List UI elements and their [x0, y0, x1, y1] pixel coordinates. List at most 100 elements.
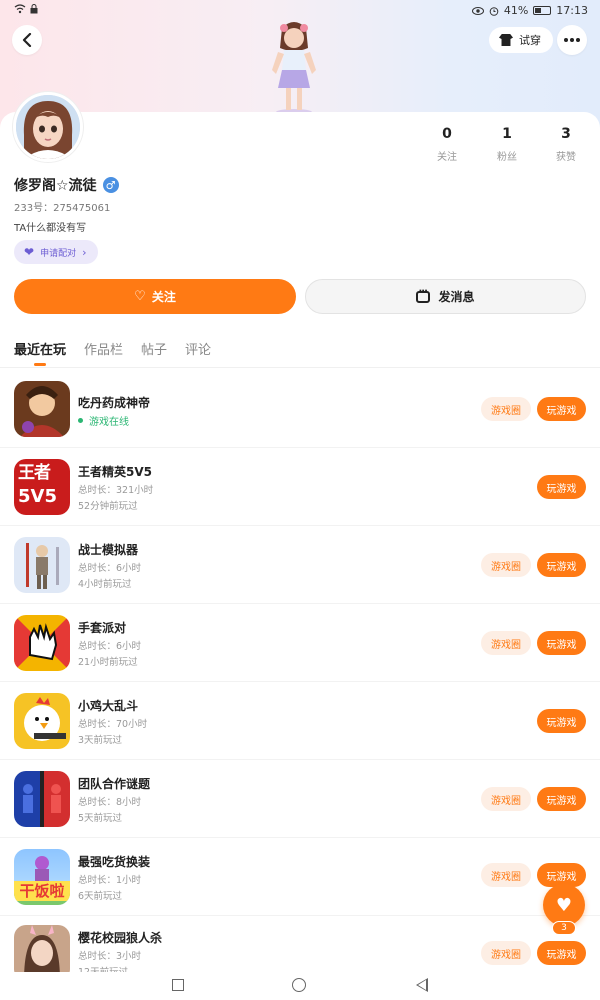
profile-tabs: 最近在玩 作品栏 帖子 评论 — [14, 339, 211, 358]
play-game-button[interactable]: 玩游戏 — [537, 787, 586, 811]
list-item[interactable]: 樱花校园狼人杀 总时长：3小时 12天前玩过 游戏圈 玩游戏 — [0, 914, 600, 972]
game-last-played: 4小时前玩过 — [78, 579, 132, 590]
play-game-button[interactable]: 玩游戏 — [537, 709, 586, 733]
alarm-icon — [489, 6, 499, 16]
game-last-played: 6天前玩过 — [78, 891, 123, 902]
game-title: 团队合作谜题 — [78, 777, 151, 791]
game-icon-image — [14, 381, 70, 437]
follow-button[interactable]: ♡ 关注 — [14, 279, 296, 314]
list-item[interactable]: 干饭啦 最强吃货换装 总时长：1小时 6天前玩过 游戏圈 玩游戏 — [0, 838, 600, 916]
list-item[interactable]: 团队合作谜题 总时长：8小时 5天前玩过 游戏圈 玩游戏 — [0, 760, 600, 838]
play-game-button[interactable]: 玩游戏 — [537, 397, 586, 421]
divider — [0, 367, 600, 368]
more-button[interactable] — [557, 25, 587, 55]
tryon-button[interactable]: 试穿 — [489, 27, 553, 53]
stat-label: 关注 — [437, 152, 457, 163]
send-message-button[interactable]: 发消息 — [305, 279, 586, 314]
user-id: 233号：275475061 — [14, 203, 111, 214]
play-game-button[interactable]: 玩游戏 — [537, 475, 586, 499]
back-arrow-icon — [22, 33, 32, 47]
game-icon-image: 干饭啦 — [14, 849, 70, 905]
heart-pair-icon: ❤ — [24, 245, 35, 259]
game-circle-button[interactable]: 游戏圈 — [481, 787, 531, 811]
game-title: 樱花校园狼人杀 — [78, 931, 163, 945]
game-icon-image — [14, 925, 70, 972]
game-circle-button[interactable]: 游戏圈 — [481, 941, 531, 965]
game-title: 最强吃货换装 — [78, 855, 151, 869]
add-heart-icon: ♡ — [134, 289, 146, 304]
game-circle-button[interactable]: 游戏圈 — [481, 863, 531, 887]
game-title: 战士模拟器 — [78, 543, 139, 557]
icon-text: 王者 — [18, 463, 51, 483]
recent-apps-icon[interactable] — [172, 979, 184, 991]
eye-icon — [471, 6, 484, 15]
home-icon[interactable] — [292, 978, 306, 992]
system-nav-bar — [0, 972, 600, 1000]
tab-posts[interactable]: 帖子 — [141, 339, 167, 358]
game-icon-image — [14, 537, 70, 593]
game-duration: 总时长：8小时 — [78, 797, 142, 808]
user-name: 修罗阁☆流徒 — [14, 178, 97, 194]
game-duration: 总时长：3小时 — [78, 951, 142, 962]
tab-active-indicator — [34, 363, 46, 366]
stat-value: 0 — [442, 126, 452, 142]
play-game-button[interactable]: 玩游戏 — [537, 553, 586, 577]
game-last-played: 21小时前玩过 — [78, 657, 138, 668]
play-game-button[interactable]: 玩游戏 — [537, 631, 586, 655]
game-last-played: 5天前玩过 — [78, 813, 123, 824]
user-avatar[interactable] — [13, 92, 83, 162]
wifi-icon — [14, 4, 26, 14]
list-item[interactable]: 吃丹药成神帝 游戏在线 游戏圈 玩游戏 — [0, 370, 600, 448]
game-last-played: 12天前玩过 — [78, 964, 128, 972]
list-item[interactable]: 小鸡大乱斗 总时长：70小时 3天前玩过 玩游戏 — [0, 682, 600, 760]
online-label: 游戏在线 — [89, 417, 129, 428]
more-dots-icon — [564, 38, 580, 42]
back-triangle-icon[interactable] — [416, 978, 428, 992]
icon-text: 5V5 — [18, 486, 57, 507]
game-circle-button[interactable]: 游戏圈 — [481, 631, 531, 655]
male-gender-icon: ♂ — [102, 177, 119, 193]
message-icon — [416, 286, 431, 303]
follow-label: 关注 — [151, 290, 176, 304]
game-duration: 总时长：321小时 — [78, 485, 154, 496]
pair-request-button[interactable]: ❤ 申请配对 › — [14, 240, 99, 264]
tab-works[interactable]: 作品栏 — [84, 339, 123, 358]
tab-comments[interactable]: 评论 — [185, 339, 211, 358]
tryon-label: 试穿 — [519, 34, 541, 47]
game-duration: 总时长：6小时 — [78, 641, 142, 652]
game-title: 吃丹药成神帝 — [78, 396, 151, 410]
pair-label: 申请配对 — [40, 248, 77, 259]
game-circle-button[interactable]: 游戏圈 — [481, 553, 531, 577]
game-icon-image — [14, 693, 70, 749]
lock-icon — [30, 4, 38, 14]
game-icon-image — [14, 615, 70, 671]
avatar-figure-image — [272, 22, 316, 115]
game-circle-button[interactable]: 游戏圈 — [481, 397, 531, 421]
message-label: 发消息 — [438, 290, 475, 304]
game-duration: 总时长：1小时 — [78, 875, 142, 886]
game-last-played: 3天前玩过 — [78, 735, 123, 746]
list-item[interactable]: 手套派对 总时长：6小时 21小时前玩过 游戏圈 玩游戏 — [0, 604, 600, 682]
play-game-button[interactable]: 玩游戏 — [537, 941, 586, 965]
online-dot-icon — [78, 418, 83, 423]
stat-value: 3 — [561, 126, 571, 142]
list-item[interactable]: 战士模拟器 总时长：6小时 4小时前玩过 游戏圈 玩游戏 — [0, 526, 600, 604]
game-title: 小鸡大乱斗 — [78, 699, 139, 713]
stat-following[interactable]: 0 关注 — [417, 126, 477, 163]
clock-time: 17:13 — [556, 4, 588, 17]
stat-followers[interactable]: 1 粉丝 — [477, 126, 537, 163]
icon-text: 干饭啦 — [14, 881, 70, 901]
battery-icon — [533, 6, 552, 15]
heart-icon: ♥ — [555, 894, 573, 916]
tab-recent-playing[interactable]: 最近在玩 — [14, 339, 66, 358]
stat-likes[interactable]: 3 获赞 — [536, 126, 596, 163]
like-fab-button[interactable]: ♥ — [543, 884, 585, 926]
game-icon-image: 王者 5V5 — [14, 459, 70, 515]
game-last-played: 52分钟前玩过 — [78, 501, 138, 512]
game-duration: 总时长：6小时 — [78, 563, 142, 574]
user-bio: TA什么都没有写 — [14, 223, 87, 234]
user-name-row: 修罗阁☆流徒 ♂ — [14, 175, 119, 195]
back-button[interactable] — [12, 25, 42, 55]
list-item[interactable]: 王者 5V5 王者精英5V5 总时长：321小时 52分钟前玩过 玩游戏 — [0, 448, 600, 526]
like-count-badge: 3 — [552, 921, 576, 935]
